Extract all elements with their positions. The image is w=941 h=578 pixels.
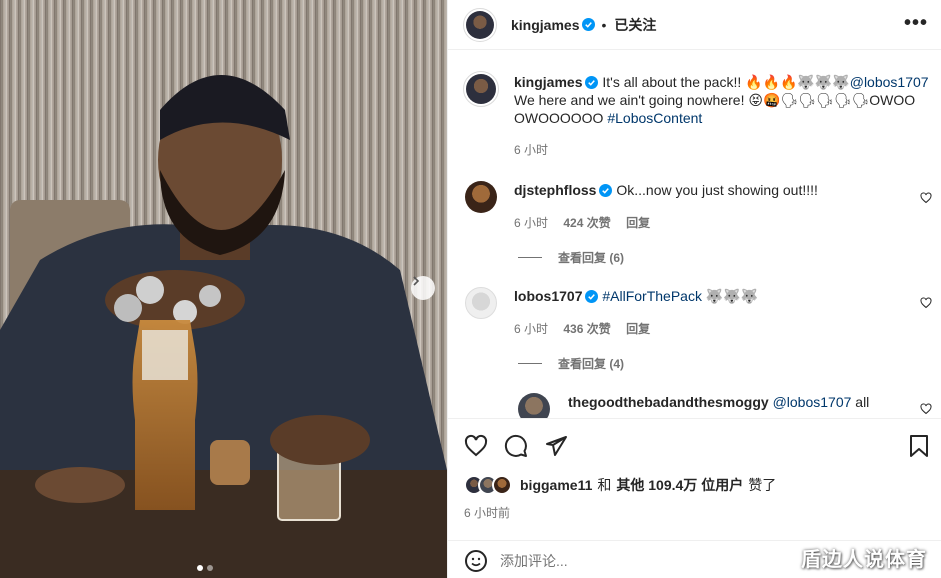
avatar	[465, 287, 497, 319]
view-replies-button[interactable]: 查看回复 (6)	[518, 249, 624, 266]
comment-text: all	[855, 394, 870, 410]
caption-text-3: OWOOOOOO	[514, 110, 604, 126]
avatar	[492, 475, 512, 495]
avatar	[466, 74, 496, 104]
post-panel: kingjames • 已关注 ••• kingjames It's all a…	[447, 0, 941, 578]
post-header: kingjames • 已关注 •••	[448, 0, 941, 50]
post-photo	[0, 0, 447, 578]
avatar	[465, 181, 497, 213]
avatar	[518, 393, 550, 418]
reply-button[interactable]: 回复	[626, 322, 650, 336]
like-comment-heart-icon[interactable]	[920, 403, 932, 415]
carousel-dot	[207, 565, 213, 571]
comment-likes[interactable]: 436 次赞	[563, 322, 610, 336]
commenter-avatar[interactable]	[518, 393, 550, 418]
like-comment-heart-icon[interactable]	[920, 192, 932, 204]
view-replies-label: 查看回复 (6)	[558, 251, 625, 265]
comments-list[interactable]: kingjames It's all about the pack!! 🔥🔥🔥🐺…	[448, 51, 941, 418]
caption-mention[interactable]: @lobos1707	[850, 74, 929, 90]
comment-username[interactable]: thegoodthebadandthesmoggy	[568, 394, 769, 410]
comment-mention[interactable]: @lobos1707	[773, 394, 852, 410]
comment-bubble-icon[interactable]	[504, 434, 528, 458]
comment-hashtag[interactable]: #AllForThePack	[602, 288, 702, 304]
comment: lobos1707 #AllForThePack 🐺🐺🐺	[514, 288, 904, 305]
commenter-avatar[interactable]	[465, 287, 497, 322]
comment-username[interactable]: djstephfloss	[514, 182, 596, 198]
comment-username[interactable]: lobos1707	[514, 288, 582, 304]
verified-badge-icon	[599, 184, 613, 197]
view-replies-label: 查看回复 (4)	[558, 357, 625, 371]
chevron-right-icon	[413, 276, 420, 286]
comment-text: Ok...now you just showing out!!!!	[616, 182, 818, 198]
emoji-icon[interactable]	[464, 549, 488, 573]
likes-liked: 赞了	[748, 477, 777, 493]
divider	[518, 257, 542, 258]
reply-button[interactable]: 回复	[626, 216, 650, 230]
separator-dot: •	[601, 16, 607, 33]
caption-text-2: We here and we ain't going nowhere! 😝🤬🗣🗣…	[514, 92, 916, 108]
verified-badge-icon	[582, 18, 596, 31]
comment-time: 6 小时	[514, 216, 549, 230]
post-actions: biggame11 和 其他 109.4万 位用户 赞了 6 小时前	[448, 418, 941, 538]
caption-hashtag[interactable]: #LobosContent	[607, 110, 702, 126]
post-image[interactable]	[0, 0, 447, 578]
caption-text-1: It's all about the pack!! 🔥🔥🔥🐺🐺🐺	[602, 74, 850, 90]
likes-and: 和	[597, 477, 612, 493]
add-comment-input[interactable]	[500, 549, 800, 573]
share-paper-plane-icon[interactable]	[544, 434, 568, 458]
caption: kingjames It's all about the pack!! 🔥🔥🔥🐺…	[514, 73, 934, 127]
liker-username[interactable]: biggame11	[520, 477, 592, 493]
verified-badge-icon	[585, 290, 599, 303]
caption-username[interactable]: kingjames	[514, 74, 582, 90]
likes-summary: biggame11 和 其他 109.4万 位用户 赞了	[464, 475, 776, 495]
author-avatar[interactable]	[463, 7, 497, 42]
avatar	[466, 10, 494, 39]
comment-likes[interactable]: 424 次赞	[563, 216, 610, 230]
comment-meta: 6 小时 436 次赞 回复	[514, 320, 650, 337]
save-bookmark-icon[interactable]	[908, 434, 930, 458]
view-replies-button[interactable]: 查看回复 (4)	[518, 355, 624, 372]
carousel-dot	[197, 565, 203, 571]
post-time: 6 小时前	[464, 506, 511, 520]
verified-badge-icon	[585, 76, 599, 89]
author-username[interactable]: kingjames	[511, 17, 579, 33]
carousel-next-button[interactable]	[411, 276, 435, 300]
more-options-icon[interactable]: •••	[904, 12, 928, 35]
watermark: 盾边人说体育	[801, 549, 927, 571]
comment: thegoodthebadandthesmoggy @lobos1707 all	[568, 394, 898, 410]
likes-count[interactable]: 其他 109.4万 位用户	[616, 475, 743, 495]
commenter-avatar[interactable]	[465, 181, 497, 216]
comment-meta: 6 小时 424 次赞 回复	[514, 214, 650, 231]
liker-avatars[interactable]	[464, 475, 512, 495]
follow-status-button[interactable]: 已关注	[614, 15, 656, 35]
caption-avatar[interactable]	[463, 71, 499, 107]
carousel-indicator	[197, 565, 213, 571]
comment-time: 6 小时	[514, 322, 549, 336]
comment-text: 🐺🐺🐺	[705, 288, 759, 304]
divider	[518, 363, 542, 364]
comment: djstephfloss Ok...now you just showing o…	[514, 182, 904, 198]
caption-time: 6 小时	[514, 143, 549, 157]
like-heart-icon[interactable]	[464, 434, 488, 458]
like-comment-heart-icon[interactable]	[920, 297, 932, 309]
